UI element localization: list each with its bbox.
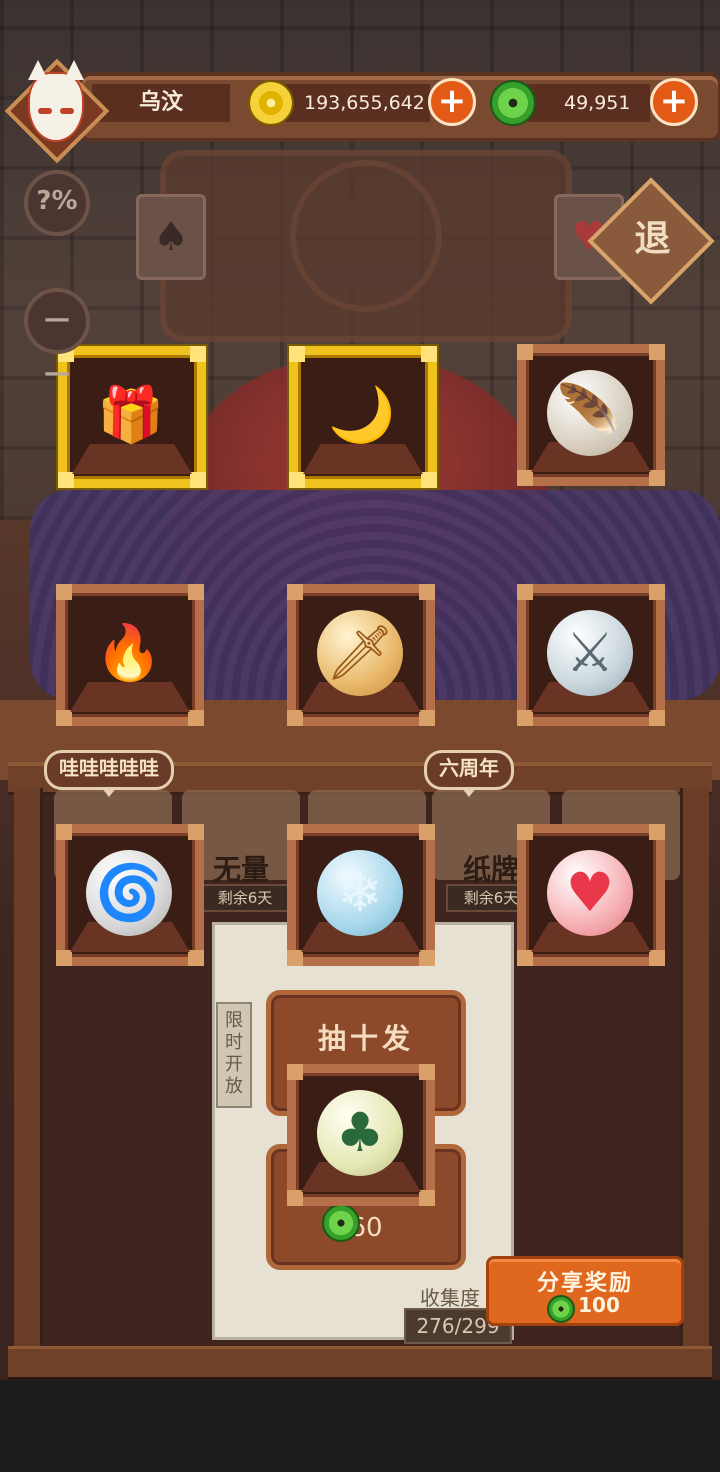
blue-flame-icon: 🔥 — [95, 621, 163, 684]
slot-corner-rivet — [421, 346, 437, 362]
slot-corner-rivet — [56, 824, 72, 840]
draw-one-price: 60 — [349, 1213, 383, 1243]
slot-corner-rivet — [517, 710, 533, 726]
tag-wawa: 哇哇哇哇哇 — [44, 750, 174, 797]
odds-button[interactable]: ?% — [24, 170, 90, 236]
silver-sword-icon: ⚔ — [565, 621, 615, 684]
slot-corner-rivet — [517, 344, 533, 360]
slot-corner-rivet — [421, 472, 437, 488]
collection-label: 收集度 — [420, 1286, 480, 1310]
slot-corner-rivet — [188, 950, 204, 966]
slot-corner-rivet — [188, 710, 204, 726]
tornado-icon: 🌀 — [95, 861, 163, 924]
slot-corner-rivet — [419, 710, 435, 726]
slot-corner-rivet — [289, 346, 305, 362]
fox-ear-right — [64, 60, 84, 80]
item-slot-heart[interactable]: ♥ — [517, 824, 665, 966]
slot-corner-rivet — [649, 824, 665, 840]
slot-corner-rivet — [517, 950, 533, 966]
feather-icon: 🪶 — [556, 381, 624, 444]
share-reward-amount: 100 — [578, 1293, 620, 1317]
jade-coin-icon — [490, 80, 536, 126]
add-coins-button[interactable]: + — [428, 78, 476, 126]
cabinet-bottom-beam — [8, 1346, 712, 1380]
fox-ear-left — [28, 60, 48, 80]
item-slot-silver-sword[interactable]: ⚔ — [517, 584, 665, 726]
item-slot-golden-sword[interactable]: 🗡 — [287, 584, 435, 726]
lucky-bag-icon: 🎁 — [97, 383, 165, 446]
slot-corner-rivet — [287, 584, 303, 600]
slot-corner-rivet — [419, 584, 435, 600]
retreat-label: 退 — [634, 218, 671, 260]
slot-corner-rivet — [287, 710, 303, 726]
fox-eye-left — [38, 108, 52, 114]
slot-corner-rivet — [649, 470, 665, 486]
item-slot-blue-flame[interactable]: 🔥 — [56, 584, 204, 726]
golden-sword-icon: 🗡 — [325, 621, 395, 684]
slot-corner-rivet — [190, 472, 206, 488]
item-slot-magatama[interactable]: 🌙 — [287, 344, 439, 490]
jade-count: 49,951 — [564, 92, 631, 114]
slot-corner-rivet — [649, 584, 665, 600]
slot-corner-rivet — [419, 1064, 435, 1080]
slot-corner-rivet — [517, 470, 533, 486]
player-name: 乌汶 — [92, 84, 230, 122]
bottom-blank-area — [0, 1380, 720, 1472]
gold-coin-icon — [248, 80, 294, 126]
slot-corner-rivet — [56, 584, 72, 600]
slot-corner-rivet — [517, 584, 533, 600]
cabinet-right-post — [680, 788, 709, 1348]
add-jade-button[interactable]: + — [650, 78, 698, 126]
draw-ten-label: 抽十发 — [317, 1022, 414, 1055]
coin-count: 193,655,642 — [304, 92, 425, 114]
slot-corner-rivet — [287, 1064, 303, 1080]
heart-icon: ♥ — [565, 861, 615, 924]
magatama-icon: 🌙 — [328, 383, 396, 446]
slot-corner-rivet — [287, 950, 303, 966]
menu-button[interactable]: — — — [24, 288, 90, 388]
snowflake-icon: ❄ — [337, 861, 383, 924]
tag-anniversary: 六周年 — [424, 750, 514, 797]
item-slot-lucky-bag[interactable]: 🎁 — [56, 344, 208, 490]
slot-corner-rivet — [649, 344, 665, 360]
item-slot-feather[interactable]: 🪶 — [517, 344, 665, 486]
game-scene: ♠ ♥ 无量 纸牌 剩余6天 剩余6天 哇哇哇哇哇 六周年 限时开放 抽十发 6… — [0, 0, 720, 1380]
fox-mask-icon — [28, 60, 84, 142]
banner-timer-wuliang: 剩余6天 — [200, 884, 290, 912]
spade-emblem — [290, 160, 442, 312]
slot-corner-rivet — [287, 1190, 303, 1206]
slot-corner-rivet — [419, 1190, 435, 1206]
slot-corner-rivet — [56, 710, 72, 726]
slot-corner-rivet — [649, 950, 665, 966]
limited-time-tag: 限时开放 — [216, 1002, 252, 1108]
spade-hanging-card-icon: ♠ — [136, 194, 206, 280]
slot-corner-rivet — [419, 824, 435, 840]
slot-corner-rivet — [58, 472, 74, 488]
club-card-icon: ♣ — [335, 1101, 385, 1164]
item-slot-club-card[interactable]: ♣ — [287, 1064, 435, 1206]
slot-corner-rivet — [287, 824, 303, 840]
slot-corner-rivet — [190, 346, 206, 362]
share-reward-button[interactable]: 分享奖励 100 — [486, 1256, 684, 1326]
player-avatar[interactable] — [4, 58, 110, 164]
slot-corner-rivet — [649, 710, 665, 726]
slot-corner-rivet — [289, 472, 305, 488]
slot-corner-rivet — [188, 824, 204, 840]
item-slot-tornado[interactable]: 🌀 — [56, 824, 204, 966]
slot-corner-rivet — [56, 950, 72, 966]
cabinet-left-post — [14, 788, 43, 1348]
fox-eye-right — [60, 108, 74, 114]
jade-coin-icon — [322, 1204, 360, 1242]
slot-corner-rivet — [188, 584, 204, 600]
item-slot-snowflake[interactable]: ❄ — [287, 824, 435, 966]
slot-corner-rivet — [419, 950, 435, 966]
slot-corner-rivet — [517, 824, 533, 840]
